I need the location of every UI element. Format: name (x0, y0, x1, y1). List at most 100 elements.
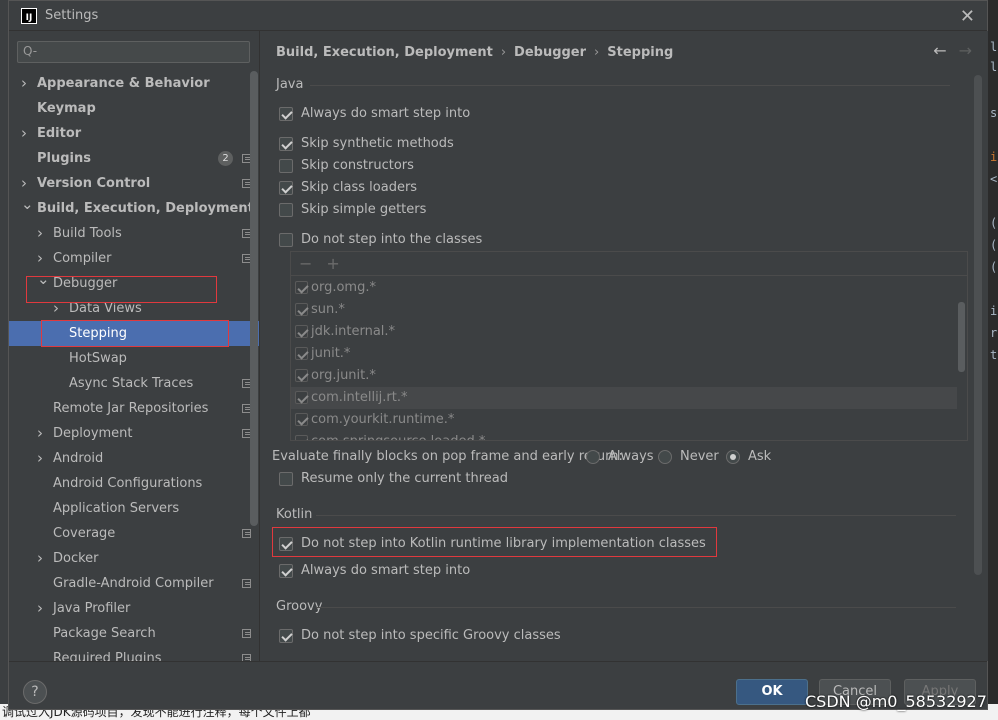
window-title: Settings (45, 8, 99, 23)
table-scrollbar[interactable] (958, 302, 965, 372)
checkbox-checked[interactable] (295, 347, 308, 360)
radio-never[interactable] (658, 450, 672, 464)
ok-button[interactable]: OK (736, 679, 808, 705)
class-row[interactable]: com.yourkit.runtime.* (291, 409, 957, 431)
tree-item[interactable]: Stepping (9, 321, 259, 346)
checkbox-unchecked[interactable] (279, 233, 293, 247)
chevron-right-icon[interactable]: › (37, 546, 43, 571)
bg-code-char: t (990, 348, 998, 362)
class-row[interactable]: com.intellij.rt.* (291, 387, 957, 409)
tree-item[interactable]: Gradle-Android Compiler (9, 571, 259, 596)
class-pattern: com.yourkit.runtime.* (311, 412, 455, 427)
bg-code-char: i (990, 150, 998, 164)
checkbox-checked[interactable] (279, 107, 293, 121)
tree-item[interactable]: › Docker (9, 546, 259, 571)
chevron-right-icon[interactable]: › (37, 421, 43, 446)
class-row[interactable]: org.omg.* (291, 277, 957, 299)
class-pattern: sun.* (311, 302, 345, 317)
tree-item[interactable]: ⌄ Debugger (9, 270, 259, 296)
chevron-right-icon[interactable]: › (37, 596, 43, 621)
radio-always[interactable] (586, 450, 600, 464)
tree-item[interactable]: › Version Control (9, 171, 259, 196)
tree-item[interactable]: › Deployment (9, 421, 259, 446)
title-bar: IJ Settings ✕ (9, 1, 987, 31)
checkbox-checked[interactable] (279, 564, 293, 578)
tree-item[interactable]: › Java Profiler (9, 596, 259, 621)
class-row[interactable]: org.junit.* (291, 365, 957, 387)
class-pattern: com.springsource.loaded.* (311, 431, 485, 440)
checkbox-checked[interactable] (279, 537, 293, 551)
tree-item[interactable]: › Android (9, 446, 259, 471)
chevron-right-icon[interactable]: › (37, 221, 43, 246)
intellij-icon: IJ (21, 7, 37, 24)
settings-content: Build, Execution, Deployment › Debugger › St… (259, 31, 988, 661)
checkbox-checked[interactable] (295, 303, 308, 316)
tree-item-label: Stepping (69, 326, 127, 341)
chevron-down-icon[interactable]: ⌄ (21, 192, 34, 217)
table-toolbar: − + (291, 252, 967, 276)
add-icon[interactable]: + (326, 254, 339, 273)
checkbox-unchecked[interactable] (279, 203, 293, 217)
tree-item[interactable]: Application Servers (9, 496, 259, 521)
checkbox-checked[interactable] (295, 413, 308, 426)
checkbox-checked[interactable] (295, 325, 308, 338)
class-row[interactable]: junit.* (291, 343, 957, 365)
checkbox-unchecked[interactable] (279, 472, 293, 486)
checkbox-checked[interactable] (295, 281, 308, 294)
tree-item[interactable]: Plugins 2 (9, 146, 259, 171)
tree-item[interactable]: › Editor (9, 121, 259, 146)
class-row[interactable]: com.springsource.loaded.* (291, 431, 957, 440)
checkbox-checked[interactable] (295, 369, 308, 382)
checkbox-checked[interactable] (295, 435, 308, 440)
chevron-right-icon[interactable]: › (37, 446, 43, 471)
back-arrow-icon[interactable]: ← (933, 41, 946, 60)
tree-item-label: Version Control (37, 176, 151, 191)
forward-arrow-icon[interactable]: → (959, 41, 972, 60)
search-input[interactable]: Q- (17, 41, 250, 63)
section-groovy: Groovy (276, 599, 963, 614)
checkbox-unchecked[interactable] (279, 159, 293, 173)
radio-ask[interactable] (726, 450, 740, 464)
checkbox-checked[interactable] (279, 137, 293, 151)
tree-item[interactable]: Keymap (9, 96, 259, 121)
checkbox-checked[interactable] (279, 629, 293, 643)
tree-item[interactable]: Android Configurations (9, 471, 259, 496)
close-icon[interactable]: ✕ (960, 6, 975, 27)
radio-never-label[interactable]: Never (680, 447, 719, 467)
excluded-classes-table: − + org.omg.* sun.* jdk.internal.* junit.* o… (290, 251, 968, 441)
tree-item[interactable]: › Build Tools (9, 221, 259, 246)
evaluate-finally-row: Evaluate finally blocks on pop frame and… (272, 447, 771, 467)
tree-item[interactable]: Async Stack Traces (9, 371, 259, 396)
radio-always-label[interactable]: Always (608, 447, 654, 467)
remove-icon[interactable]: − (299, 254, 312, 273)
help-button[interactable]: ? (23, 680, 47, 704)
chevron-right-icon[interactable]: › (21, 71, 27, 96)
tree-item[interactable]: Remote Jar Repositories (9, 396, 259, 421)
tree-item[interactable]: › Data Views (9, 296, 259, 321)
background-code-strip: l l s i < ( ( ( i r t (988, 0, 998, 720)
tree-item-label: Debugger (53, 276, 118, 291)
tree-item[interactable]: Coverage (9, 521, 259, 546)
content-scrollbar[interactable] (974, 75, 982, 575)
tree-item-label: Java Profiler (53, 601, 131, 616)
class-row[interactable]: sun.* (291, 299, 957, 321)
tree-item-label: Async Stack Traces (69, 376, 194, 391)
tree-item[interactable]: Package Search (9, 621, 259, 646)
chevron-down-icon[interactable]: ⌄ (37, 267, 50, 292)
bg-code-char: < (990, 172, 998, 186)
chevron-right-icon[interactable]: › (21, 121, 27, 146)
tree-item[interactable]: ⌄ Build, Execution, Deployment (9, 195, 259, 221)
checkbox-checked[interactable] (279, 181, 293, 195)
breadcrumb: Build, Execution, Deployment › Debugger › St… (276, 45, 674, 60)
radio-ask-label[interactable]: Ask (748, 447, 771, 467)
class-row[interactable]: jdk.internal.* (291, 321, 957, 343)
checkbox-checked[interactable] (295, 391, 308, 404)
tree-item[interactable]: › Appearance & Behavior (9, 71, 259, 96)
tree-item-label: Docker (53, 551, 99, 566)
project-settings-icon (242, 579, 251, 588)
bg-code-char: ( (990, 238, 998, 252)
bg-code-char: l (990, 60, 998, 74)
chevron-right-icon[interactable]: › (53, 296, 59, 321)
tree-item[interactable]: HotSwap (9, 346, 259, 371)
sidebar-scrollbar[interactable] (250, 71, 258, 526)
